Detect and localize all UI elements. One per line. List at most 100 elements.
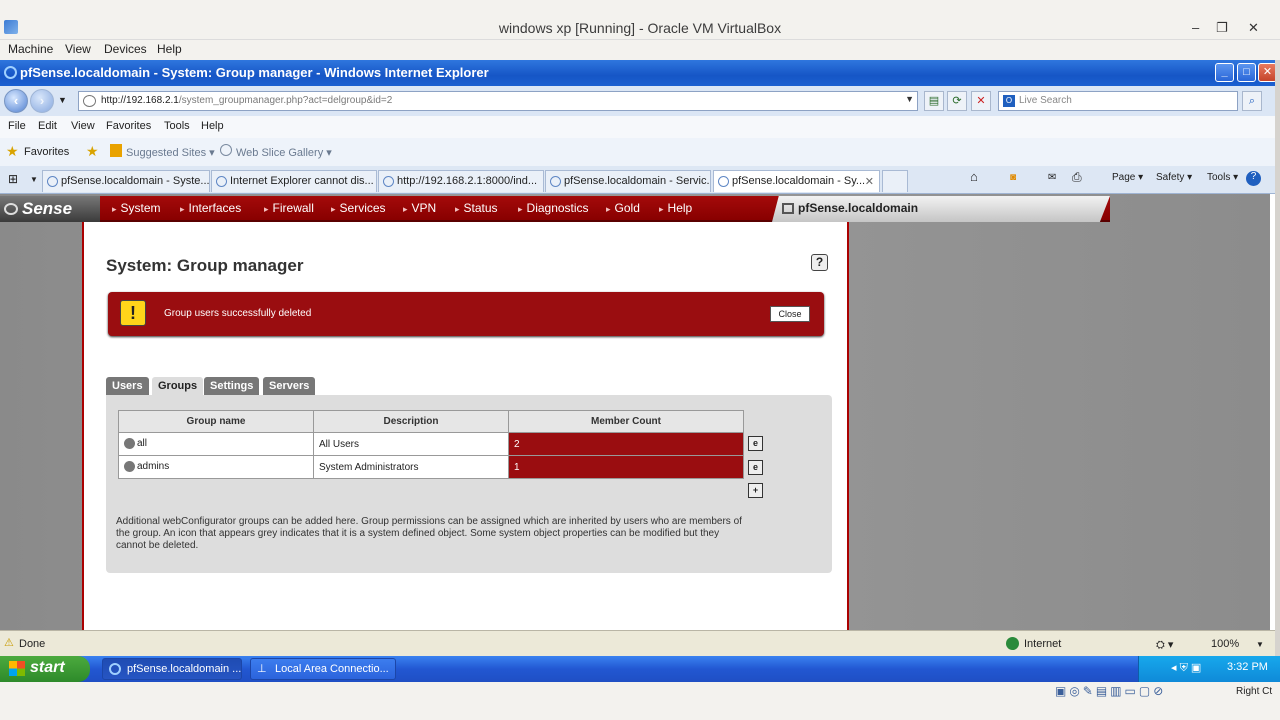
page-title: System: Group manager [106, 256, 304, 275]
host-icon [782, 203, 794, 214]
add-group-icon[interactable]: + [748, 483, 763, 498]
edit-group-icon[interactable]: e [748, 436, 763, 451]
favorites-bar: ★ Favorites ★ Suggested Sites ▾ Web Slic… [0, 138, 1275, 166]
browser-tab-active[interactable]: pfSense.localdomain - Sy... ✕ [713, 170, 880, 192]
add-favorite-icon[interactable]: ★ [86, 143, 99, 160]
tab-users[interactable]: Users [106, 377, 149, 396]
feeds-icon[interactable]: ◙ [1010, 172, 1016, 183]
restore-icon[interactable]: ❐ [1216, 20, 1228, 36]
nav-system[interactable]: System [112, 201, 161, 215]
suggested-sites-link[interactable]: Suggested Sites ▾ [126, 146, 215, 159]
alert-close-button[interactable]: Close [770, 306, 810, 322]
help-icon[interactable]: ? [1246, 171, 1261, 186]
address-input[interactable]: http://192.168.2.1/system_groupmanager.p… [78, 91, 918, 111]
back-button[interactable]: ‹ [4, 89, 28, 113]
tab-favicon [718, 176, 729, 187]
menu-edit[interactable]: Edit [38, 120, 57, 132]
tab-groups[interactable]: Groups [152, 377, 204, 396]
nav-interfaces[interactable]: Interfaces [180, 201, 242, 215]
page-menu[interactable]: Page ▾ [1112, 172, 1143, 183]
refresh-icon[interactable]: ⟳ [947, 91, 967, 111]
browser-tab[interactable]: pfSense.localdomain - Syste... [42, 170, 210, 192]
internet-zone-icon [1006, 637, 1019, 650]
history-dropdown-icon[interactable]: ▼ [58, 95, 67, 105]
protected-mode-icon[interactable]: ⛭ ▾ [1156, 638, 1173, 652]
vbox-menu-devices[interactable]: Devices [104, 42, 147, 56]
mail-icon[interactable]: ✉ [1048, 172, 1056, 183]
taskbar-item[interactable]: ⊥ Local Area Connectio... [250, 658, 396, 680]
close-icon[interactable]: ✕ [1248, 20, 1259, 36]
tray-icons[interactable]: ◂ ⛨ ▣ [1171, 661, 1201, 675]
ie-minimize-button[interactable]: _ [1215, 63, 1234, 82]
network-taskbar-icon: ⊥ [257, 663, 267, 675]
page-help-icon[interactable]: ? [811, 254, 828, 271]
table-row[interactable]: all All Users 2 [118, 432, 744, 456]
pfsense-logo[interactable]: Sense [0, 196, 100, 222]
ie-maximize-button[interactable]: □ [1237, 63, 1256, 82]
compatibility-icon[interactable]: ▤ [924, 91, 944, 111]
minimize-icon[interactable]: – [1192, 20, 1199, 35]
web-slice-gallery-link[interactable]: Web Slice Gallery ▾ [236, 146, 332, 159]
browser-tab[interactable]: pfSense.localdomain - Servic... [545, 170, 711, 192]
column-header-member-count: Member Count [508, 410, 744, 433]
taskbar-item[interactable]: pfSense.localdomain ... [102, 658, 242, 680]
groups-help-text: Additional webConfigurator groups can be… [116, 516, 742, 551]
nav-diagnostics[interactable]: Diagnostics [518, 201, 589, 215]
site-icon [83, 95, 96, 107]
nav-status[interactable]: Status [455, 201, 498, 215]
home-icon[interactable]: ⌂ [970, 169, 978, 184]
taskbar: start pfSense.localdomain ... ⊥ Local Are… [0, 656, 1280, 682]
vbox-menu-help[interactable]: Help [157, 42, 182, 56]
pfsense-logo-text: Sense [22, 199, 73, 218]
warning-icon: ! [120, 300, 146, 326]
vbox-device-icons[interactable]: ▣◎✎▤▥▭▢⊘ [1055, 684, 1166, 698]
vbox-menu-machine[interactable]: Machine [8, 42, 53, 56]
menu-view[interactable]: View [71, 120, 95, 132]
tab-settings[interactable]: Settings [204, 377, 260, 396]
address-host: http://192.168.2.1 [101, 95, 179, 106]
tools-menu[interactable]: Tools ▾ [1207, 172, 1238, 183]
zoom-level[interactable]: 100% [1211, 638, 1239, 650]
nav-services[interactable]: Services [331, 201, 386, 215]
tab-close-icon[interactable]: ✕ [865, 175, 874, 188]
address-dropdown-icon[interactable]: ▼ [905, 94, 914, 104]
tab-servers[interactable]: Servers [263, 377, 316, 396]
quick-tabs-icon[interactable]: ⊞ [8, 172, 18, 186]
browser-tab[interactable]: http://192.168.2.1:8000/ind... [378, 170, 544, 192]
new-tab-button[interactable] [882, 170, 908, 192]
tab-bar: ⊞ ▼ pfSense.localdomain - Syste... Inter… [0, 166, 1275, 194]
nav-gold[interactable]: Gold [606, 201, 640, 215]
status-zone: Internet [1024, 638, 1062, 650]
edit-group-icon[interactable]: e [748, 460, 763, 475]
vbox-menu-view[interactable]: View [65, 42, 91, 56]
taskbar-item-label: Local Area Connectio... [275, 663, 389, 675]
search-input[interactable]: O Live Search [998, 91, 1238, 111]
zoom-dropdown-icon[interactable]: ▼ [1256, 640, 1264, 649]
table-row[interactable]: admins System Administrators 1 [118, 455, 744, 479]
menu-file[interactable]: File [8, 120, 26, 132]
status-text: Done [19, 638, 46, 650]
nav-vpn[interactable]: VPN [403, 201, 437, 215]
vbox-scrollbar[interactable] [1275, 60, 1280, 720]
stop-icon[interactable]: ✕ [971, 91, 991, 111]
favorites-button[interactable]: Favorites [24, 146, 69, 158]
safety-menu[interactable]: Safety ▾ [1156, 172, 1192, 183]
browser-tab[interactable]: Internet Explorer cannot dis... [211, 170, 377, 192]
search-go-icon[interactable]: ⌕ [1242, 91, 1262, 111]
nav-help[interactable]: Help [659, 201, 693, 215]
menu-tools[interactable]: Tools [164, 120, 190, 132]
print-icon[interactable]: ⎙ [1072, 170, 1082, 185]
menu-favorites[interactable]: Favorites [106, 120, 151, 132]
nav-firewall[interactable]: Firewall [264, 201, 314, 215]
tab-list-icon[interactable]: ▼ [30, 175, 38, 184]
start-button[interactable]: start [0, 656, 90, 682]
ie-status-bar: ⚠ Done Internet ⛭ ▾ 100% ▼ [0, 630, 1275, 656]
suggested-sites-icon [110, 144, 122, 157]
column-header-description: Description [313, 410, 509, 433]
vbox-status-bar: ▣◎✎▤▥▭▢⊘ Right Ct [0, 682, 1280, 720]
menu-help[interactable]: Help [201, 120, 224, 132]
forward-button[interactable]: › [30, 89, 54, 113]
start-label: start [30, 659, 65, 676]
group-description-cell: All Users [313, 432, 509, 456]
address-path: /system_groupmanager.php?act=delgroup&id… [178, 95, 393, 106]
